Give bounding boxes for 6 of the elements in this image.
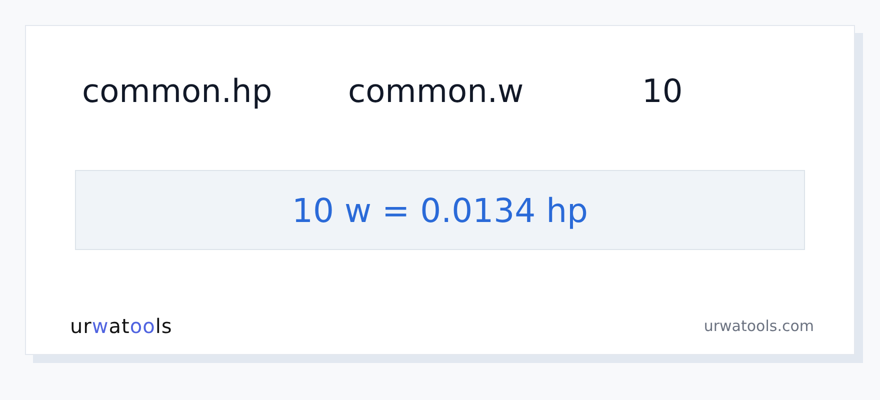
unit-text: common.w — [348, 72, 525, 110]
unit-text: common.hp — [82, 72, 274, 110]
logo: urwatools — [70, 314, 172, 338]
result-text: 10 w = 0.0134 hp — [292, 190, 588, 230]
unit-text: 10 — [642, 72, 683, 110]
site-url: urwatools.com — [704, 317, 814, 335]
